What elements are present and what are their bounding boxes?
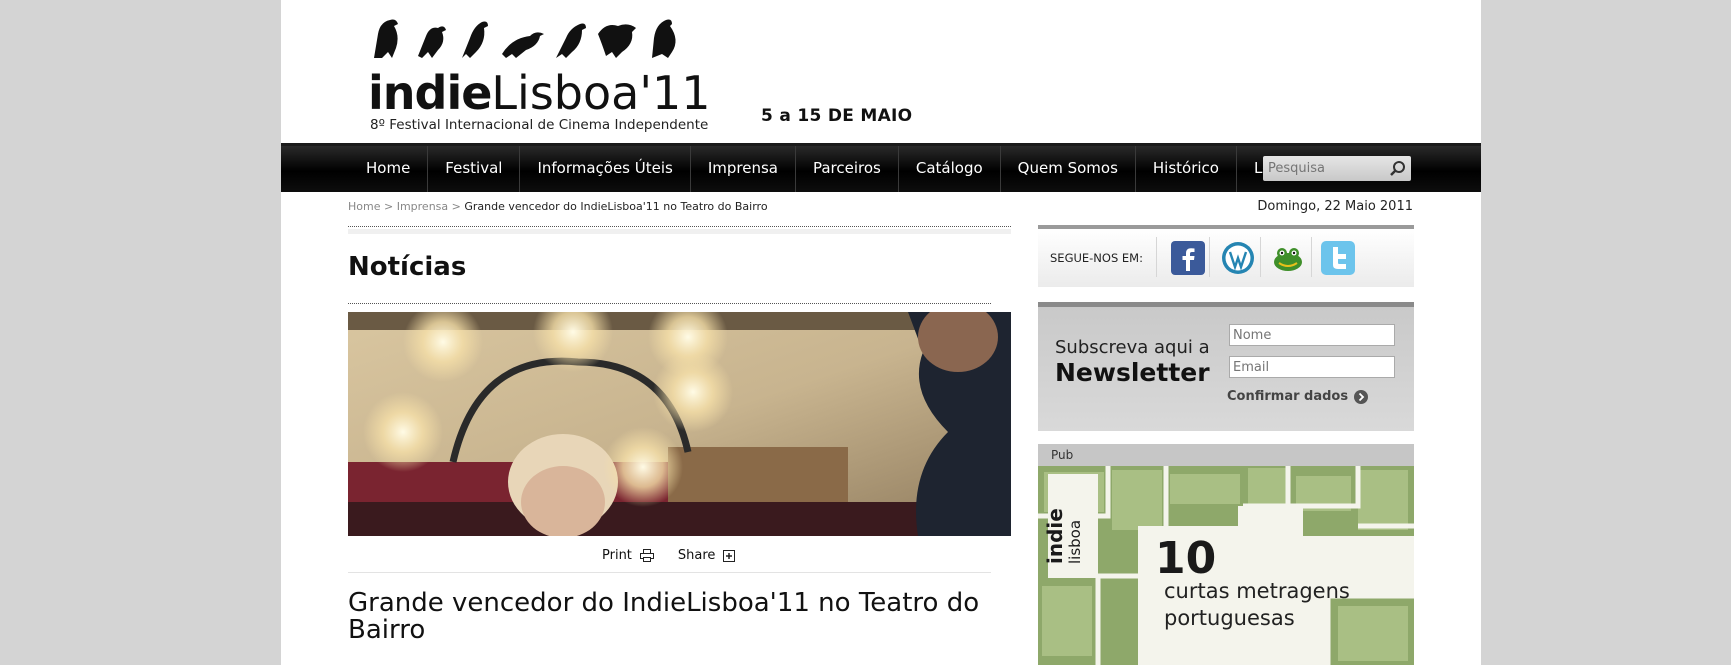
printer-icon	[639, 549, 654, 562]
breadcrumb-separator: >	[448, 200, 465, 213]
plus-box-icon	[723, 549, 736, 562]
newsletter-panel: Subscreva aqui a Newsletter Confirmar da…	[1038, 302, 1414, 431]
share-button[interactable]: Share	[678, 548, 736, 563]
divider	[348, 226, 1011, 227]
nav-item-catalogo[interactable]: Catálogo	[899, 146, 1001, 192]
nav-item-quem-somos[interactable]: Quem Somos	[1001, 146, 1136, 192]
print-label: Print	[602, 548, 632, 563]
page: indieLisboa'11 8º Festival Internacional…	[281, 0, 1481, 665]
logo-subtitle: 8º Festival Internacional de Cinema Inde…	[370, 117, 709, 133]
separator	[1156, 237, 1157, 277]
nav-item-info[interactable]: Informações Úteis	[520, 146, 691, 192]
pub-text-line2: portuguesas	[1164, 606, 1295, 630]
section-title: Notícias	[348, 252, 467, 282]
nav-item-historico[interactable]: Histórico	[1136, 146, 1237, 192]
follow-us-panel: SEGUE-NOS EM:	[1038, 225, 1414, 287]
newsletter-confirm-label: Confirmar dados	[1227, 389, 1349, 404]
current-date: Domingo, 22 Maio 2011	[1257, 199, 1413, 214]
newsletter-confirm-button[interactable]: Confirmar dados	[1227, 389, 1369, 404]
divider-band	[348, 229, 1011, 234]
logo-wordmark: indieLisboa'11	[368, 66, 711, 120]
share-label: Share	[677, 548, 716, 563]
main-nav: Home Festival Informações Úteis Imprensa…	[281, 143, 1481, 192]
breadcrumb-current: Grande vencedor do IndieLisboa'11 no Tea…	[464, 200, 768, 213]
separator	[1209, 237, 1210, 277]
arrow-right-circle-icon	[1354, 389, 1369, 404]
wordpress-icon[interactable]	[1221, 241, 1255, 275]
nav-item-home[interactable]: Home	[349, 146, 429, 192]
site-logo[interactable]: indieLisboa'11 8º Festival Internacional…	[366, 14, 726, 133]
newsletter-heading-line2: Newsletter	[1055, 358, 1210, 387]
nav-items: Home Festival Informações Úteis Imprensa…	[349, 146, 1302, 192]
facebook-icon[interactable]	[1171, 241, 1205, 275]
follow-us-label: SEGUE-NOS EM:	[1050, 251, 1143, 265]
nav-item-imprensa[interactable]: Imprensa	[691, 146, 796, 192]
pub-text-line1: curtas metragens	[1164, 579, 1350, 603]
separator	[1260, 237, 1261, 277]
divider	[348, 572, 991, 573]
separator	[1311, 237, 1312, 277]
pub-number: 10	[1155, 533, 1217, 584]
article-hero-image	[348, 312, 1011, 536]
article-actions: Print Share	[602, 548, 736, 563]
divider	[348, 303, 991, 304]
search-icon[interactable]	[1388, 159, 1407, 178]
pub-header: Pub	[1038, 444, 1414, 466]
festival-dates: 5 a 15 DE MAIO	[761, 106, 913, 126]
pub-background: indie lisboa	[1038, 466, 1414, 665]
frog-icon[interactable]	[1271, 241, 1305, 275]
search-box	[1263, 156, 1411, 181]
crows-logo-icon	[374, 19, 676, 58]
breadcrumb: Home > Imprensa > Grande vencedor do Ind…	[348, 200, 768, 213]
newsletter-email-field[interactable]	[1229, 356, 1395, 378]
print-button[interactable]: Print	[602, 548, 654, 563]
svg-text:lisboa: lisboa	[1066, 520, 1084, 564]
breadcrumb-imprensa[interactable]: Imprensa	[397, 200, 448, 213]
breadcrumb-home[interactable]: Home	[348, 200, 380, 213]
nav-item-festival[interactable]: Festival	[428, 146, 521, 192]
twitter-icon[interactable]	[1321, 241, 1355, 275]
newsletter-name-field[interactable]	[1229, 324, 1395, 346]
search-input[interactable]	[1263, 156, 1386, 181]
pub-label: Pub	[1051, 448, 1074, 462]
nav-item-parceiros[interactable]: Parceiros	[796, 146, 899, 192]
newsletter-heading-line1: Subscreva aqui a	[1055, 337, 1210, 358]
breadcrumb-separator: >	[380, 200, 397, 213]
hero-photo	[348, 312, 1011, 536]
article-headline: Grande vencedor do IndieLisboa'11 no Tea…	[348, 588, 980, 645]
svg-text:indie: indie	[1043, 508, 1067, 564]
pub-banner[interactable]: indie lisboa 10 curtas metragens portugu…	[1038, 466, 1414, 665]
